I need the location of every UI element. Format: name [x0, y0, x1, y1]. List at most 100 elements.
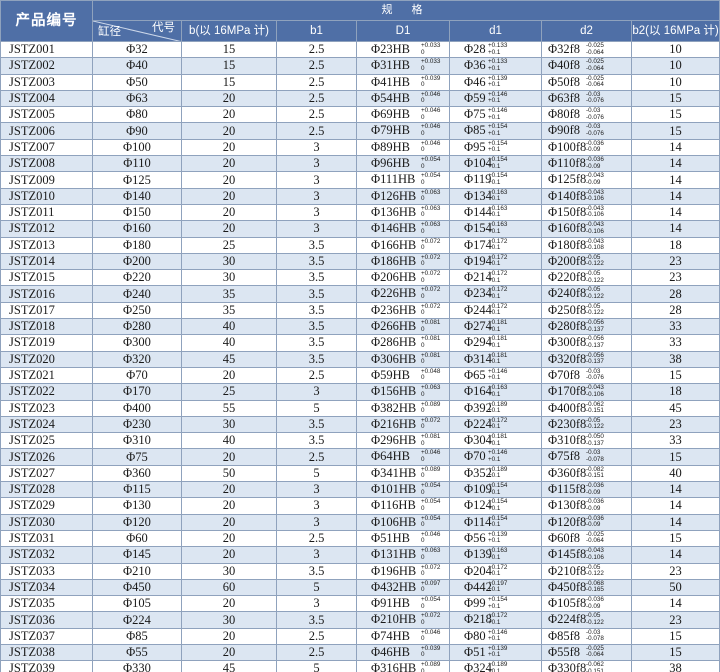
D1-cell: Φ131HB +0.063 0 [356, 546, 450, 564]
lower-deviation: 0 [421, 439, 425, 447]
D1-cell: Φ226HB +0.072 0 [356, 285, 450, 303]
d2-value: Φ110f8 [548, 156, 586, 171]
d2-tolerance: -0.036 -0.09 [586, 140, 604, 154]
lower-deviation: -0.064 [586, 651, 604, 659]
D1-cell: Φ106HB +0.054 0 [356, 513, 450, 531]
b1-cell: 3 [276, 203, 357, 222]
table-row: JSTZ012 Φ160 20 3 Φ146HB +0.063 0 Φ154 +0.163 +0.… [0, 220, 720, 238]
b2-cell: 15 [630, 448, 720, 466]
model-cell: JSTZ019 [0, 334, 93, 352]
d1-tolerance: +0.172 +0.1 [488, 613, 507, 626]
bore-cell: Φ63 [92, 89, 182, 108]
b-cell: 30 [181, 415, 277, 434]
D1-value: Φ116HB [371, 498, 416, 513]
b2-cell: 10 [630, 57, 720, 75]
d2-value: Φ125f8 [548, 172, 587, 187]
D1-cell: Φ116HB +0.054 0 [356, 497, 450, 515]
lower-deviation: -0.09 [586, 488, 601, 496]
d2-value: Φ70f8 [548, 367, 581, 382]
d1-cell: Φ99 +0.154 +0.1 [449, 595, 542, 613]
model-cell: JSTZ025 [0, 432, 93, 450]
d1-tolerance: +0.197 +0.1 [488, 580, 507, 594]
b1-cell: 3 [276, 513, 357, 531]
D1-value: Φ59HB [371, 367, 411, 382]
D1-tolerance: +0.054 0 [421, 173, 440, 186]
D1-tolerance: +0.046 0 [421, 531, 440, 545]
d1-tolerance: +0.163 +0.1 [488, 205, 507, 219]
D1-cell: Φ64HB +0.046 0 [356, 448, 450, 466]
b1-cell: 3 [276, 546, 357, 564]
bore-cell: Φ40 [92, 57, 182, 75]
d1-value: Φ59 [464, 90, 486, 105]
b2-cell: 23 [630, 415, 720, 434]
model-cell: JSTZ009 [0, 171, 93, 189]
d2-cell: Φ150f8 -0.043 -0.106 [541, 203, 632, 222]
D1-value: Φ111HB [371, 172, 416, 187]
D1-cell: Φ89HB +0.046 0 [356, 138, 450, 157]
D1-value: Φ382HB [371, 400, 417, 415]
D1-value: Φ286HB [371, 335, 417, 350]
D1-cell: Φ196HB +0.072 0 [356, 562, 450, 580]
D1-tolerance: +0.033 0 [421, 59, 440, 72]
lower-deviation: +0.1 [488, 309, 501, 317]
lower-deviation: +0.1 [488, 553, 501, 561]
d2-tolerance: -0.043 -0.106 [586, 222, 604, 235]
b1-cell: 3 [276, 383, 357, 401]
d2-tolerance: -0.043 -0.09 [586, 173, 604, 186]
d2-tolerance: -0.036 -0.09 [586, 597, 604, 610]
b-cell: 20 [181, 497, 277, 515]
lower-deviation: +0.1 [488, 64, 501, 72]
model-cell: JSTZ011 [0, 203, 93, 222]
D1-value: Φ23HB [371, 42, 411, 56]
lower-deviation: -0.076 [586, 374, 604, 382]
d1-tolerance: +0.163 +0.1 [488, 189, 507, 203]
D1-cell: Φ96HB +0.054 0 [356, 155, 450, 173]
b2-cell: 14 [630, 546, 720, 564]
D1-cell: Φ306HB +0.081 0 [356, 350, 450, 368]
d2-tolerance: -0.03 -0.076 [586, 368, 604, 382]
d2-cell: Φ85f8 -0.03 -0.078 [541, 627, 632, 645]
d2-tolerance: -0.05 -0.122 [586, 287, 604, 300]
lower-deviation: -0.064 [586, 537, 604, 545]
b-cell: 15 [181, 57, 277, 75]
lower-deviation: +0.1 [488, 113, 501, 121]
d1-cell: Φ392 +0.189 +0.1 [449, 399, 542, 417]
d1-tolerance: +0.163 +0.1 [488, 222, 507, 235]
lower-deviation: +0.1 [488, 635, 501, 643]
table-row: JSTZ001 Φ32 15 2.5 Φ23HB +0.033 0 Φ28 +0.133 +0.1… [0, 40, 720, 59]
D1-tolerance: +0.048 0 [421, 368, 440, 382]
lower-deviation: -0.106 [586, 211, 604, 219]
d2-cell: Φ450f8 -0.068 -0.165 [541, 578, 632, 597]
header-b: b(以 16MPa 计) [181, 20, 277, 42]
d1-value: Φ56 [464, 530, 486, 545]
D1-cell: Φ236HB +0.072 0 [356, 301, 450, 320]
table-row: JSTZ026 Φ75 20 2.5 Φ64HB +0.046 0 Φ70 +0.146 +0.1… [0, 448, 720, 466]
D1-value: Φ236HB [371, 302, 417, 317]
bore-cell: Φ160 [92, 220, 182, 238]
D1-tolerance: +0.046 0 [421, 140, 440, 154]
b-cell: 30 [181, 562, 277, 580]
b-cell: 20 [181, 203, 277, 222]
d1-cell: Φ95 +0.154 +0.1 [449, 138, 542, 157]
D1-tolerance: +0.072 0 [421, 613, 440, 626]
d2-tolerance: -0.082 -0.151 [586, 466, 604, 480]
d2-cell: Φ32f8 -0.025 -0.064 [541, 40, 632, 59]
d2-value: Φ300f8 [548, 335, 587, 350]
b2-cell: 14 [630, 203, 720, 222]
header-b1: b1 [276, 20, 357, 42]
bore-cell: Φ32 [92, 40, 182, 59]
b-cell: 20 [181, 106, 277, 124]
header-b2: b2(以 16MPa 计) [630, 20, 720, 42]
model-cell: JSTZ004 [0, 89, 93, 108]
d1-cell: Φ70 +0.146 +0.1 [449, 448, 542, 466]
model-cell: JSTZ028 [0, 481, 93, 499]
model-cell: JSTZ002 [0, 57, 93, 75]
lower-deviation: -0.09 [586, 521, 601, 529]
d1-value: Φ28 [464, 42, 486, 56]
b1-cell: 3.5 [276, 269, 357, 287]
lower-deviation: +0.1 [488, 439, 501, 447]
b1-cell: 3 [276, 220, 357, 238]
D1-tolerance: +0.054 0 [421, 597, 440, 610]
d1-cell: Φ154 +0.163 +0.1 [449, 220, 542, 238]
D1-tolerance: +0.072 0 [421, 287, 440, 300]
